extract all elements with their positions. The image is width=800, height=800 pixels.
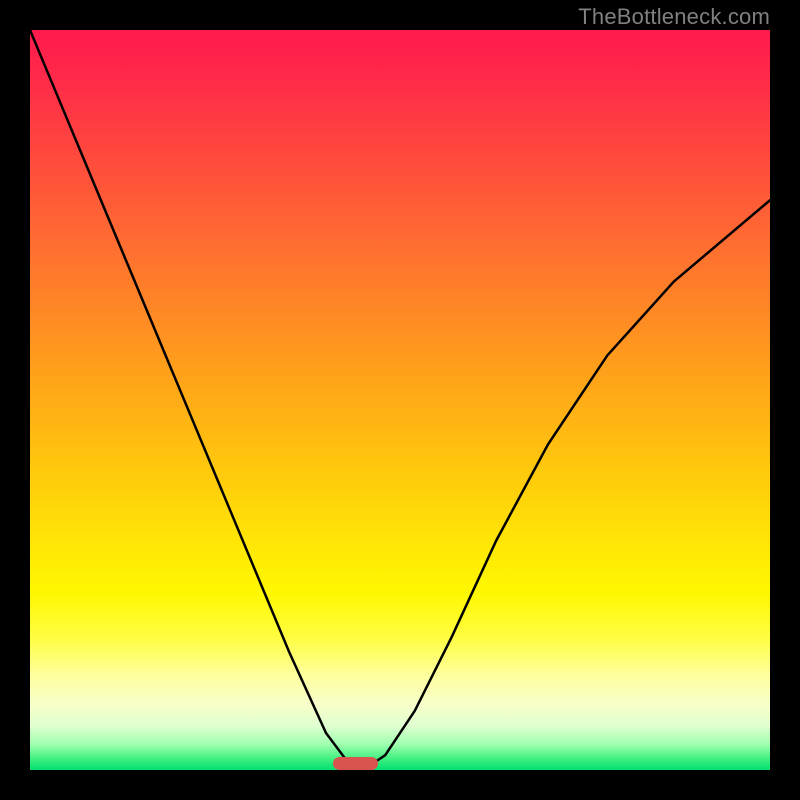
chart-frame: TheBottleneck.com xyxy=(0,0,800,800)
bottleneck-curve xyxy=(30,30,770,770)
minimum-marker xyxy=(333,757,377,770)
plot-area xyxy=(30,30,770,770)
watermark-text: TheBottleneck.com xyxy=(578,4,770,30)
